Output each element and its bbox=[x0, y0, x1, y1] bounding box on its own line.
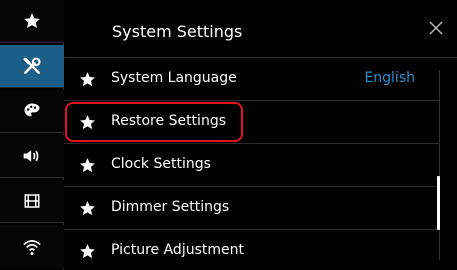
close-button[interactable] bbox=[425, 18, 447, 40]
star-icon bbox=[79, 200, 96, 217]
sidebar-item-video[interactable] bbox=[0, 180, 64, 223]
list-item-label: Clock Settings bbox=[111, 156, 211, 172]
palette-icon bbox=[23, 102, 41, 120]
star-icon bbox=[79, 114, 96, 131]
list-item-label: Dimmer Settings bbox=[111, 199, 230, 215]
speaker-icon bbox=[22, 147, 42, 165]
sidebar-item-audio[interactable] bbox=[0, 135, 64, 178]
list-item-system-language[interactable]: System Language English bbox=[64, 58, 439, 101]
sidebar-item-theme[interactable] bbox=[0, 90, 64, 133]
star-icon bbox=[79, 243, 96, 260]
list-item-dimmer-settings[interactable]: Dimmer Settings bbox=[64, 187, 439, 230]
list-item-label: System Language bbox=[111, 70, 237, 86]
sidebar-item-settings[interactable] bbox=[0, 45, 64, 88]
settings-list: System Language English Restore Settings… bbox=[64, 58, 439, 270]
list-item-picture-adjustment[interactable]: Picture Adjustment bbox=[64, 230, 439, 270]
wifi-icon bbox=[22, 238, 42, 256]
sidebar bbox=[0, 0, 64, 270]
sidebar-item-wireless[interactable] bbox=[0, 225, 64, 268]
scrollbar-track[interactable] bbox=[439, 70, 440, 260]
tools-icon bbox=[22, 56, 42, 76]
page-title: System Settings bbox=[112, 22, 243, 41]
sidebar-item-favorites[interactable] bbox=[0, 0, 64, 43]
list-item-label: Picture Adjustment bbox=[111, 242, 244, 258]
header: System Settings bbox=[64, 0, 457, 58]
list-item-restore-settings[interactable]: Restore Settings bbox=[64, 101, 439, 144]
star-icon bbox=[23, 12, 41, 30]
close-icon bbox=[429, 20, 443, 39]
film-icon bbox=[23, 192, 41, 210]
language-value: English bbox=[364, 70, 415, 86]
list-item-label: Restore Settings bbox=[111, 113, 226, 129]
star-icon bbox=[79, 71, 96, 88]
scrollbar-thumb[interactable] bbox=[437, 176, 440, 230]
list-item-clock-settings[interactable]: Clock Settings bbox=[64, 144, 439, 187]
star-icon bbox=[79, 157, 96, 174]
